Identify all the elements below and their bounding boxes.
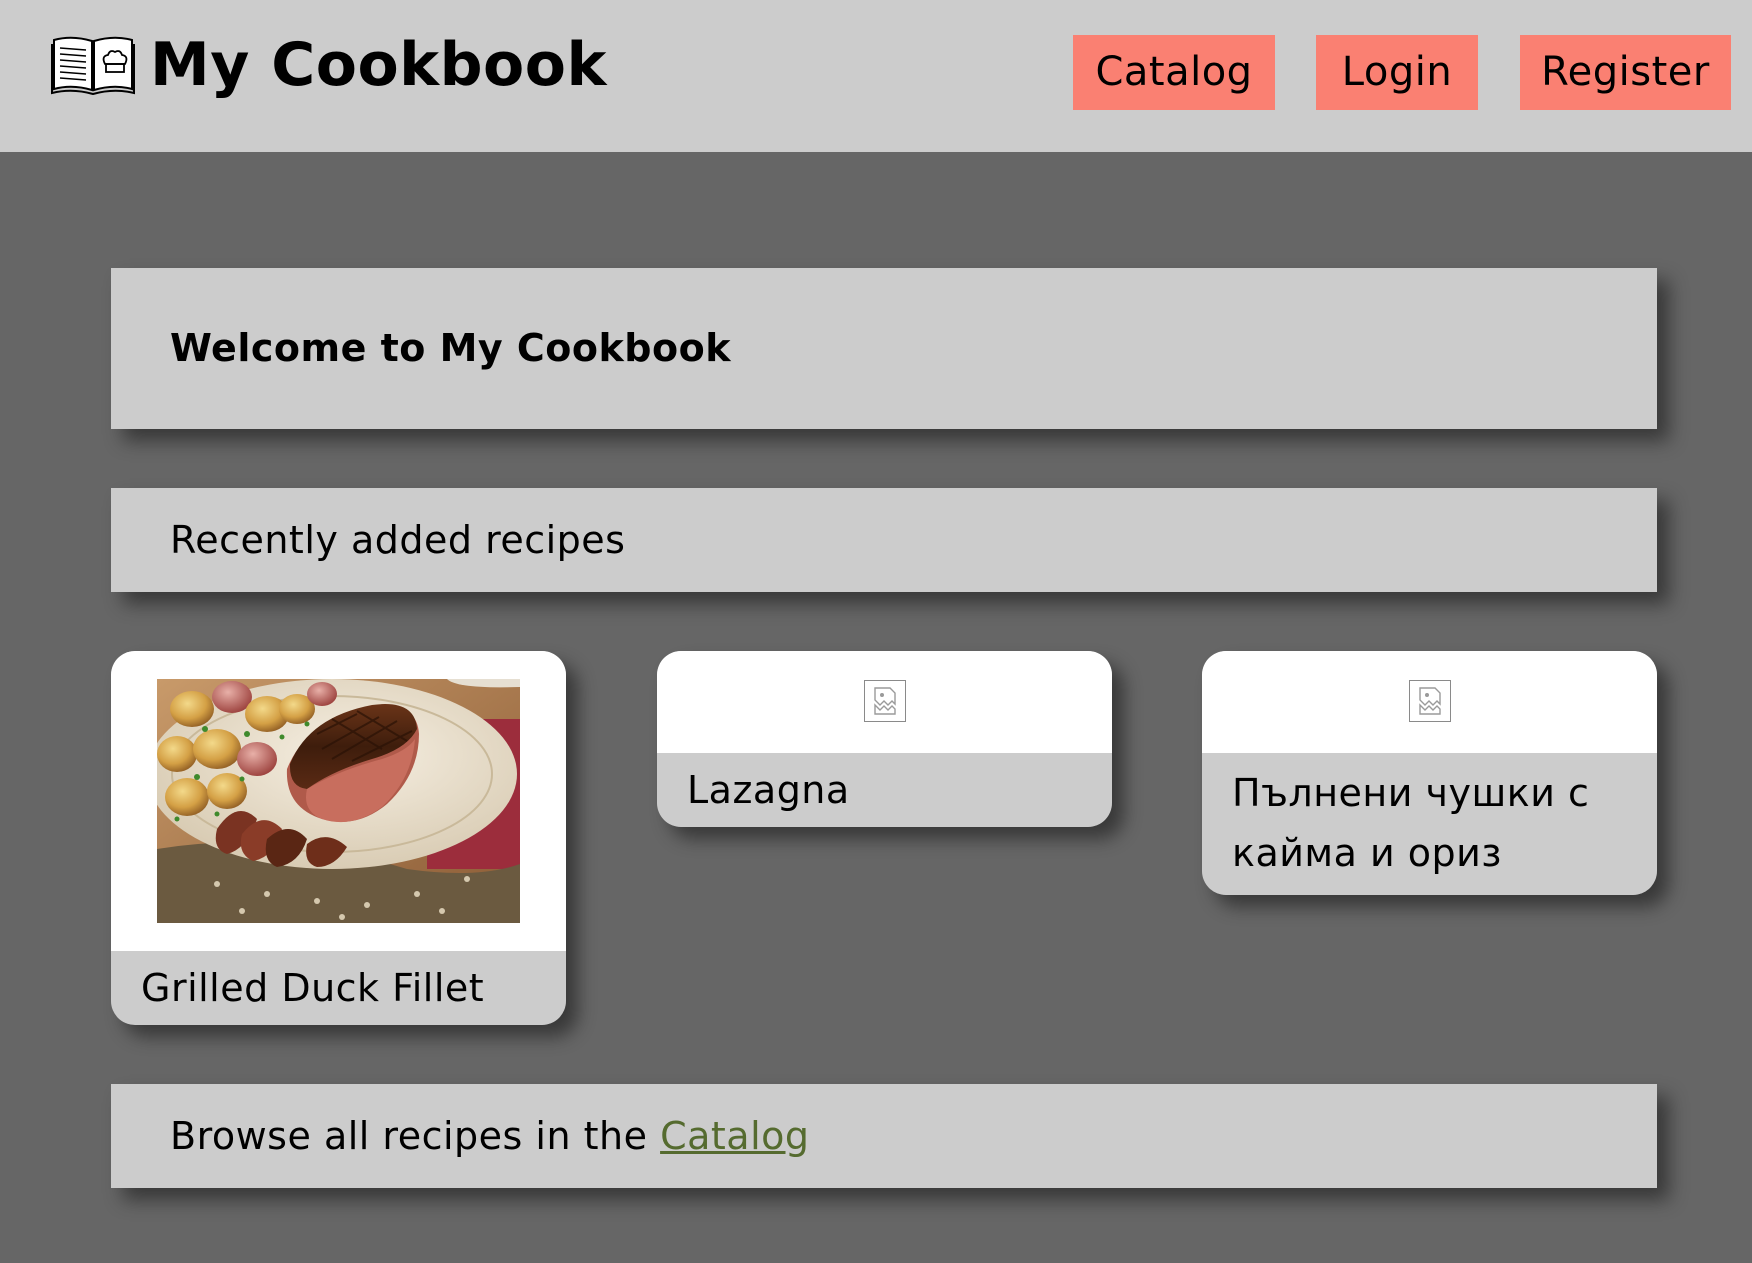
nav-register-button[interactable]: Register <box>1520 35 1731 110</box>
browse-text: Browse all recipes in the Catalog <box>170 1084 1657 1188</box>
logo-link[interactable]: My Cookbook <box>50 30 607 100</box>
grilled-duck-photo <box>157 679 520 923</box>
recipe-title: Lazagna <box>687 768 850 812</box>
nav-catalog-button[interactable]: Catalog <box>1073 35 1275 110</box>
cookbook-icon <box>51 36 135 96</box>
welcome-title: Welcome to My Cookbook <box>170 326 731 370</box>
recipe-title: Пълнени чушки с кайма и ориз <box>1232 771 1590 875</box>
recipe-card-stuffed-peppers[interactable]: Пълнени чушки с кайма и ориз <box>1202 651 1657 895</box>
recipe-thumbnail <box>1202 651 1657 753</box>
logo-text: My Cookbook <box>150 30 607 100</box>
site-header: My Cookbook Catalog Login Register <box>0 0 1752 152</box>
recipe-card-grilled-duck[interactable]: Grilled Duck Fillet <box>111 651 566 1025</box>
browse-prefix: Browse all recipes in the <box>170 1114 661 1158</box>
recent-recipes-header: Recently added recipes <box>111 488 1657 592</box>
broken-image-icon <box>1408 680 1451 722</box>
catalog-link[interactable]: Catalog <box>660 1114 809 1158</box>
browse-catalog-panel: Browse all recipes in the Catalog <box>111 1084 1657 1188</box>
recipe-thumbnail <box>657 651 1112 753</box>
nav-login-button[interactable]: Login <box>1316 35 1478 110</box>
broken-image-icon <box>863 680 906 722</box>
recipe-card-lazagna[interactable]: Lazagna <box>657 651 1112 827</box>
recent-recipes-title: Recently added recipes <box>170 518 626 562</box>
welcome-panel: Welcome to My Cookbook <box>111 268 1657 429</box>
recipe-title: Grilled Duck Fillet <box>141 966 485 1010</box>
recipe-thumbnail <box>111 651 566 951</box>
